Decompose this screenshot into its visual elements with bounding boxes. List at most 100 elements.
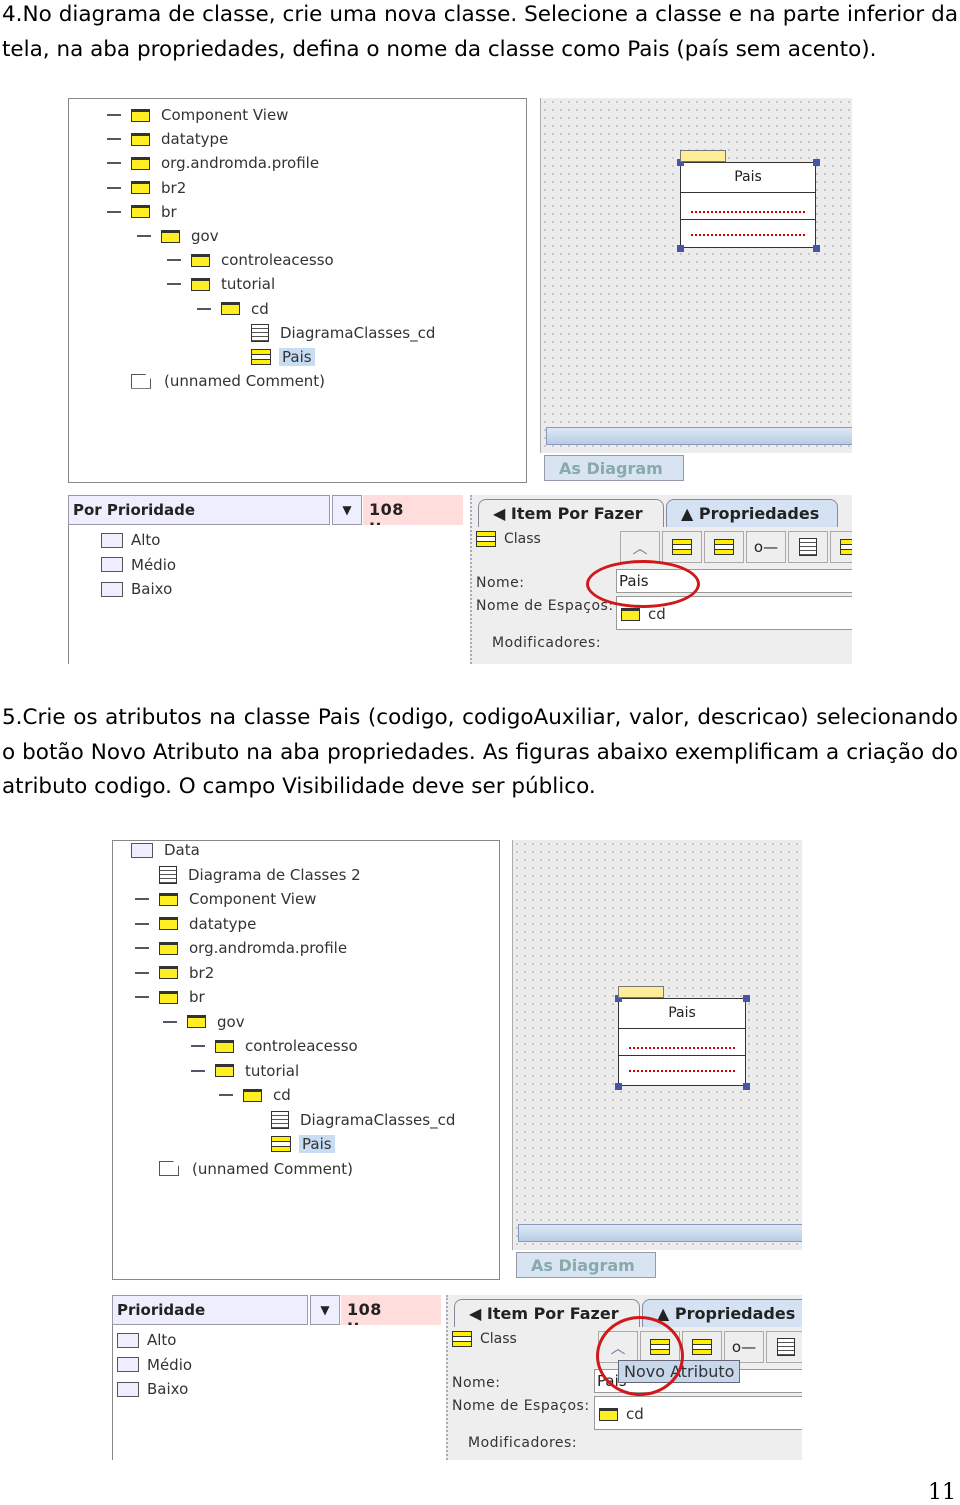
tree-item[interactable]: datatype (159, 913, 259, 935)
priority-item[interactable]: Baixo (101, 578, 172, 600)
tree-item[interactable]: gov (187, 1011, 248, 1033)
new-operation-button[interactable] (682, 1331, 722, 1363)
expand-handle-icon[interactable] (197, 307, 211, 310)
tree-item[interactable]: Diagrama de Classes 2 (159, 864, 364, 886)
selection-handle[interactable] (615, 1083, 622, 1090)
expand-handle-icon[interactable] (191, 1069, 205, 1072)
uml-class-box[interactable]: Pais (618, 998, 746, 1086)
priority-item[interactable]: Médio (101, 554, 176, 576)
new-class-button[interactable] (830, 531, 852, 563)
tree-item[interactable]: br2 (159, 962, 217, 984)
new-stereotype-button[interactable] (788, 531, 828, 563)
tree-item-label: Pais (279, 348, 315, 366)
highlight-circle (596, 1316, 684, 1396)
tree-item[interactable]: br (131, 201, 180, 223)
chevron-down-icon[interactable]: ▼ (310, 1295, 340, 1325)
screenshot-new-attribute: Data Diagrama de Classes 2 Component View d… (112, 840, 802, 1460)
tree-item[interactable]: cd (243, 1084, 294, 1106)
tree-item-label: br (189, 988, 205, 1006)
expand-handle-icon[interactable] (135, 922, 149, 925)
tree-item[interactable]: datatype (131, 128, 231, 150)
folder-icon (159, 941, 178, 955)
item-count-badge: 108 Itens (363, 495, 463, 538)
explorer-tree[interactable]: Component View datatype org.andromda.profi… (68, 98, 527, 483)
expand-handle-icon[interactable] (219, 1094, 233, 1096)
new-reception-button[interactable]: o— (746, 531, 786, 563)
tree-item-label: DiagramaClasses_cd (300, 1110, 456, 1129)
tree-item[interactable]: org.andromda.profile (159, 937, 350, 959)
expand-handle-icon[interactable] (107, 162, 121, 165)
tree-item[interactable]: DiagramaClasses_cd (251, 322, 438, 344)
tree-item-label: datatype (189, 914, 257, 933)
new-operation-button[interactable] (704, 531, 744, 563)
tab-item-por-fazer[interactable]: ◀ Item Por Fazer (478, 499, 664, 527)
tree-item[interactable]: cd (221, 298, 272, 320)
priority-label: Médio (131, 555, 177, 574)
priority-dropdown[interactable]: Por Prioridade (68, 495, 330, 525)
tree-item[interactable]: tutorial (191, 273, 278, 295)
expand-handle-icon[interactable] (135, 971, 149, 974)
selection-handle[interactable] (813, 159, 820, 166)
chevron-down-icon[interactable]: ▼ (332, 495, 362, 525)
tree-item[interactable]: DiagramaClasses_cd (271, 1109, 458, 1131)
selection-handle[interactable] (677, 245, 684, 252)
expand-handle-icon[interactable] (107, 138, 121, 141)
expand-handle-icon[interactable] (107, 210, 121, 213)
priority-icon (117, 1381, 139, 1397)
expand-handle-icon[interactable] (107, 114, 121, 116)
folder-icon (161, 229, 180, 243)
diagram-tab[interactable]: As Diagram (516, 1252, 656, 1278)
tree-item[interactable]: gov (161, 225, 222, 247)
diagram-tab[interactable]: As Diagram (544, 455, 684, 481)
tree-item-label: gov (191, 227, 219, 245)
modifiers-label: Modificadores: (466, 1435, 580, 1451)
priority-item[interactable]: Médio (117, 1354, 192, 1376)
tab-propriedades[interactable]: ▲ Propriedades (666, 499, 838, 527)
horizontal-scrollbar[interactable] (546, 427, 852, 445)
expand-handle-icon[interactable] (135, 947, 149, 949)
tree-item[interactable]: (unnamed Comment) (159, 1158, 356, 1180)
tree-item[interactable]: controleacesso (215, 1035, 361, 1057)
uml-class-box[interactable]: Pais (680, 162, 816, 248)
new-attribute-button[interactable] (662, 531, 702, 563)
tree-item[interactable]: controleacesso (191, 249, 337, 271)
expand-handle-icon[interactable] (163, 1020, 177, 1023)
tree-item[interactable]: (unnamed Comment) (131, 370, 328, 392)
element-type: Class (476, 528, 541, 550)
tab-item-por-fazer[interactable]: ◀ Item Por Fazer (454, 1299, 640, 1327)
tree-item[interactable]: br (159, 986, 208, 1008)
new-reception-button[interactable]: o— (724, 1331, 764, 1363)
horizontal-scrollbar[interactable] (518, 1224, 802, 1242)
diagram-icon (251, 323, 269, 342)
tree-item[interactable]: Pais (251, 346, 315, 368)
selection-handle[interactable] (743, 995, 750, 1002)
expand-handle-icon[interactable] (135, 898, 149, 900)
expand-handle-icon[interactable] (167, 259, 181, 262)
tree-item[interactable]: org.andromda.profile (131, 152, 322, 174)
priority-dropdown[interactable]: Prioridade (112, 1295, 308, 1325)
expand-handle-icon[interactable] (135, 996, 149, 998)
tree-item[interactable]: Component View (131, 104, 291, 126)
tree-item[interactable]: tutorial (215, 1060, 302, 1082)
expand-handle-icon[interactable] (167, 283, 181, 286)
tree-item[interactable]: Pais (271, 1133, 335, 1155)
priority-item[interactable]: Alto (117, 1329, 177, 1351)
priority-item[interactable]: Alto (101, 529, 161, 551)
operations-compartment (691, 220, 805, 236)
expand-handle-icon[interactable] (191, 1045, 205, 1047)
new-stereotype-button[interactable] (766, 1331, 802, 1363)
priority-item[interactable]: Baixo (117, 1378, 188, 1400)
tree-item-label: tutorial (221, 275, 276, 294)
navigate-up-icon[interactable]: ︿ (620, 531, 660, 563)
priority-list[interactable]: Alto Médio Baixo (112, 1325, 438, 1460)
selection-handle[interactable] (743, 1083, 750, 1090)
tree-item[interactable]: br2 (131, 177, 189, 199)
explorer-tree[interactable]: Data Diagrama de Classes 2 Component View d… (112, 840, 500, 1280)
tree-item[interactable]: Data (131, 840, 203, 861)
tree-item[interactable]: Component View (159, 888, 319, 910)
selection-handle[interactable] (813, 245, 820, 252)
expand-handle-icon[interactable] (107, 186, 121, 189)
expand-handle-icon[interactable] (137, 235, 151, 237)
namespace-field[interactable]: cd (594, 1396, 802, 1430)
priority-list[interactable]: Alto Médio Baixo (68, 525, 460, 664)
